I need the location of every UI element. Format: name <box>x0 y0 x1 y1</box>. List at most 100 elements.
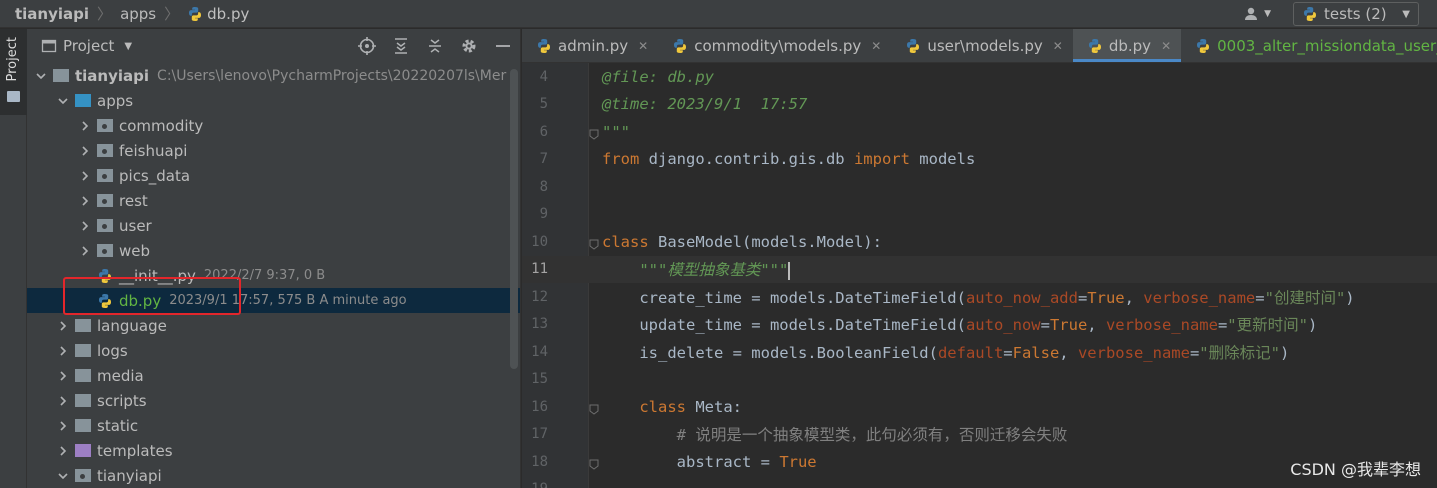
chevron-down-icon[interactable] <box>57 95 69 107</box>
folder-icon <box>97 194 113 207</box>
chevron-right-icon[interactable] <box>79 145 91 157</box>
code-line[interactable]: 7 from django.contrib.gis.db import model… <box>522 146 1437 173</box>
code-line[interactable]: 5 @time: 2023/9/1 17:57 <box>522 91 1437 118</box>
code-editor[interactable]: 4 @file: db.py 5 @time: 2023/9/1 17:57 6 """ 7… <box>522 63 1437 488</box>
watermark: CSDN @我辈李想 <box>1290 460 1421 479</box>
line-number: 15 <box>531 371 548 387</box>
code-line[interactable]: 8 <box>522 173 1437 200</box>
breadcrumb-file[interactable]: db.py <box>187 5 249 23</box>
tree-row-commodity[interactable]: commodity <box>27 113 520 138</box>
code-line[interactable]: 15 <box>522 366 1437 393</box>
chevron-right-icon[interactable] <box>57 420 69 432</box>
close-icon[interactable]: ✕ <box>1053 39 1063 53</box>
tree-row-language[interactable]: language <box>27 313 520 338</box>
project-panel-title[interactable]: Project <box>63 37 114 55</box>
breadcrumb-folder[interactable]: apps <box>120 5 156 23</box>
folder-icon <box>97 169 113 182</box>
folder-icon <box>75 469 91 482</box>
expand-all-icon[interactable] <box>392 37 410 55</box>
code-text: is_delete = models.BooleanField(default=… <box>602 343 1290 362</box>
code-line[interactable]: 6 """ <box>522 118 1437 145</box>
code-line[interactable]: 17 # 说明是一个抽象模型类，此句必须有，否则迁移会失败 <box>522 421 1437 448</box>
code-line[interactable]: 9 <box>522 201 1437 228</box>
line-number: 12 <box>531 288 548 305</box>
chevron-down-icon[interactable] <box>57 470 69 482</box>
chevron-right-icon[interactable] <box>57 320 69 332</box>
tree-row-feishuapi[interactable]: feishuapi <box>27 138 520 163</box>
close-icon[interactable]: ✕ <box>1161 39 1171 53</box>
editor-tab[interactable]: commodity\models.py ✕ <box>658 29 891 62</box>
editor-tab-label: user\models.py <box>927 36 1043 55</box>
folder-icon <box>97 219 113 232</box>
editor-tab-label: 0003_alter_missiondata_user_id.py <box>1217 36 1437 55</box>
chevron-right-icon[interactable] <box>79 245 91 257</box>
breadcrumb: tianyiapi 〉 apps 〉 db.py <box>0 0 249 28</box>
run-configuration-select[interactable]: tests (2) ▼ <box>1293 2 1419 26</box>
chevron-right-icon[interactable] <box>57 395 69 407</box>
python-file-icon <box>907 38 920 53</box>
tree-row-web[interactable]: web <box>27 238 520 263</box>
editor-tab[interactable]: admin.py ✕ <box>522 29 658 62</box>
tree-row-apps[interactable]: apps <box>27 88 520 113</box>
tree-row-logs[interactable]: logs <box>27 338 520 363</box>
fold-marker-icon[interactable] <box>589 126 599 140</box>
editor-tab-label: commodity\models.py <box>694 36 862 55</box>
editor-tab[interactable]: 0003_alter_missiondata_user_id.py <box>1181 29 1437 62</box>
collapse-all-icon[interactable] <box>426 37 444 55</box>
chevron-right-icon[interactable] <box>79 120 91 132</box>
folder-icon <box>75 369 91 382</box>
tree-row-media[interactable]: media <box>27 363 520 388</box>
code-line[interactable]: 11 """模型抽象基类""" <box>522 255 1437 283</box>
account-button[interactable]: ▼ <box>1244 6 1271 22</box>
tree-row-rest[interactable]: rest <box>27 188 520 213</box>
minimize-icon[interactable] <box>494 37 512 55</box>
tree-scrollbar[interactable] <box>510 69 518 369</box>
tree-item-label: media <box>97 366 144 385</box>
chevron-right-icon[interactable] <box>57 345 69 357</box>
chevron-right-icon[interactable] <box>79 170 91 182</box>
chevron-down-icon[interactable] <box>35 70 47 82</box>
code-text: """ <box>602 122 630 141</box>
line-number: 14 <box>531 343 548 360</box>
tree-row-tianyiapi[interactable]: tianyiapi C:\Users\lenovo\PycharmProjects… <box>27 63 520 88</box>
breadcrumb-project[interactable]: tianyiapi <box>15 5 89 23</box>
tree-row-scripts[interactable]: scripts <box>27 388 520 413</box>
code-line[interactable]: 12 create_time = models.DateTimeField(au… <box>522 283 1437 310</box>
code-line[interactable]: 16 class Meta: <box>522 393 1437 420</box>
line-number: 6 <box>539 123 548 140</box>
tree-row-templates[interactable]: templates <box>27 438 520 463</box>
tree-item-label: user <box>119 216 152 235</box>
tree-row-user[interactable]: user <box>27 213 520 238</box>
tree-row-pics-data[interactable]: pics_data <box>27 163 520 188</box>
chevron-right-icon[interactable] <box>79 220 91 232</box>
close-icon[interactable]: ✕ <box>638 39 648 53</box>
code-line[interactable]: 13 update_time = models.DateTimeField(au… <box>522 311 1437 338</box>
chevron-right-icon[interactable] <box>57 370 69 382</box>
editor-tab[interactable]: user\models.py ✕ <box>891 29 1073 62</box>
tree-row-static[interactable]: static <box>27 413 520 438</box>
tree-item-label: language <box>97 316 167 335</box>
close-icon[interactable]: ✕ <box>871 39 881 53</box>
project-tool-tab[interactable]: Project <box>0 29 27 115</box>
line-number: 19 <box>522 481 548 488</box>
chevron-right-icon[interactable] <box>79 195 91 207</box>
code-line[interactable]: 14 is_delete = models.BooleanField(defau… <box>522 338 1437 365</box>
tree-row-tianyiapi[interactable]: tianyiapi <box>27 463 520 488</box>
line-number: 4 <box>539 68 548 85</box>
fold-marker-icon[interactable] <box>589 236 599 250</box>
locate-file-icon[interactable] <box>358 37 376 55</box>
fold-marker-icon[interactable] <box>589 401 599 415</box>
editor-tab[interactable]: db.py ✕ <box>1072 29 1182 62</box>
breadcrumb-file-label: db.py <box>207 4 250 23</box>
folder-icon <box>75 444 91 457</box>
fold-marker-icon[interactable] <box>589 456 599 470</box>
chevron-down-icon[interactable]: ▼ <box>124 41 132 52</box>
editor-tab-bar: admin.py ✕ commodity\models.py ✕ user\models… <box>522 29 1437 63</box>
chevron-right-icon[interactable] <box>57 445 69 457</box>
code-text: @time: 2023/9/1 17:57 <box>602 95 808 113</box>
code-text: create_time = models.DateTimeField(auto_… <box>602 288 1355 307</box>
code-line[interactable]: 10 class BaseModel(models.Model): <box>522 228 1437 255</box>
project-panel-header: Project ▼ <box>27 29 520 63</box>
gear-icon[interactable] <box>460 37 478 55</box>
code-line[interactable]: 4 @file: db.py <box>522 63 1437 90</box>
